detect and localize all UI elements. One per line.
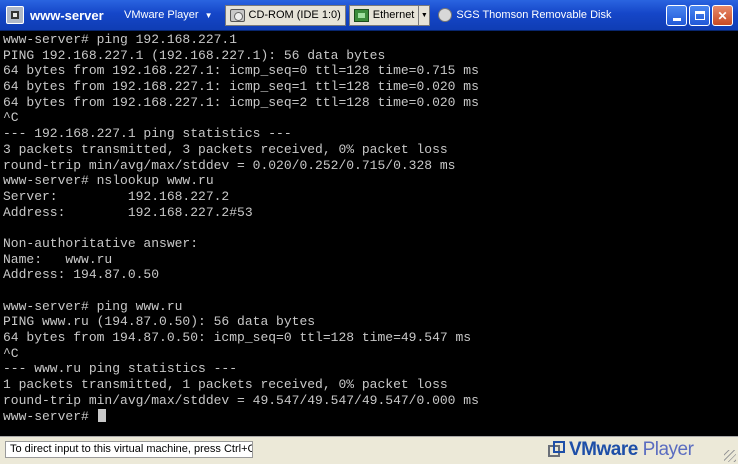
console-line: Non-authoritative answer: [3, 235, 199, 251]
console-line: ^C [3, 345, 19, 361]
cdrom-button[interactable]: CD-ROM (IDE 1:0) [224, 4, 346, 26]
minimize-icon [672, 18, 681, 21]
brand-vmware: VMware [569, 439, 638, 460]
ethernet-label: Ethernet [372, 9, 415, 21]
console-line: 64 bytes from 192.168.227.1: icmp_seq=0 … [3, 63, 479, 79]
window-title: www-server [30, 7, 104, 23]
console-prompt: www-server# [3, 408, 97, 424]
console-line: Name: www.ru [3, 251, 113, 267]
console-line: Server: 192.168.227.2 [3, 188, 230, 204]
console-line: ^C [3, 110, 19, 126]
usb-label: SGS Thomson Removable Disk [456, 9, 612, 21]
console-output: www-server# ping 192.168.227.1 PING 192.1… [3, 31, 736, 424]
maximize-icon [694, 11, 705, 20]
console-line: PING www.ru (194.87.0.50): 56 data bytes [3, 314, 316, 330]
console-line: Address: 192.168.227.2#53 [3, 204, 253, 220]
console-line: www-server# ping www.ru [3, 298, 183, 314]
chevron-down-icon: ▼ [204, 10, 213, 20]
console-line: 64 bytes from 192.168.227.1: icmp_seq=2 … [3, 94, 479, 110]
close-button[interactable]: ✕ [712, 5, 733, 26]
title-bar: www-server VMware Player ▼ CD-ROM (IDE 1… [0, 0, 738, 31]
vmware-logo-icon [548, 441, 566, 459]
minimize-button[interactable] [666, 5, 687, 26]
console-line: round-trip min/avg/max/stddev = 49.547/4… [3, 392, 479, 408]
resize-grip[interactable] [724, 450, 736, 462]
input-hint: To direct input to this virtual machine,… [5, 441, 253, 458]
ethernet-button[interactable]: Ethernet [348, 4, 420, 26]
ethernet-dropdown-arrow[interactable]: ▼ [419, 4, 431, 26]
device-ethernet[interactable]: Ethernet ▼ [348, 4, 431, 26]
vmware-player-logo: VMware Player [548, 438, 694, 462]
console-line: www-server# nslookup www.ru [3, 173, 214, 189]
vmware-app-icon[interactable] [6, 6, 24, 24]
usb-device-icon [438, 8, 453, 22]
vmware-player-menu[interactable]: VMware Player ▼ [124, 9, 213, 21]
vmware-player-menu-label: VMware Player [124, 9, 199, 21]
console-line: 64 bytes from 192.168.227.1: icmp_seq=1 … [3, 79, 479, 95]
console-line: 1 packets transmitted, 1 packets receive… [3, 377, 448, 393]
text-cursor [97, 408, 106, 422]
console-line: round-trip min/avg/max/stddev = 0.020/0.… [3, 157, 456, 173]
device-cdrom[interactable]: CD-ROM (IDE 1:0) [224, 4, 346, 26]
brand-player: Player [637, 439, 694, 460]
status-bar: To direct input to this virtual machine,… [0, 436, 738, 464]
network-adapter-icon [353, 8, 369, 22]
console-prompt-line: www-server# [3, 408, 736, 425]
close-icon: ✕ [717, 8, 728, 23]
console-line: --- www.ru ping statistics --- [3, 361, 238, 377]
console-line: --- 192.168.227.1 ping statistics --- [3, 126, 292, 142]
console-line: PING 192.168.227.1 (192.168.227.1): 56 d… [3, 47, 386, 63]
cd-rom-icon [229, 8, 245, 22]
console-line: www-server# ping 192.168.227.1 [3, 32, 238, 47]
console-line: Address: 194.87.0.50 [3, 267, 160, 283]
cdrom-label: CD-ROM (IDE 1:0) [248, 9, 341, 21]
device-usb[interactable]: SGS Thomson Removable Disk [438, 8, 611, 22]
maximize-button[interactable] [689, 5, 710, 26]
vm-console[interactable]: www-server# ping 192.168.227.1 PING 192.1… [3, 31, 736, 436]
console-line: 3 packets transmitted, 3 packets receive… [3, 141, 448, 157]
console-line: 64 bytes from 194.87.0.50: icmp_seq=0 tt… [3, 330, 472, 346]
